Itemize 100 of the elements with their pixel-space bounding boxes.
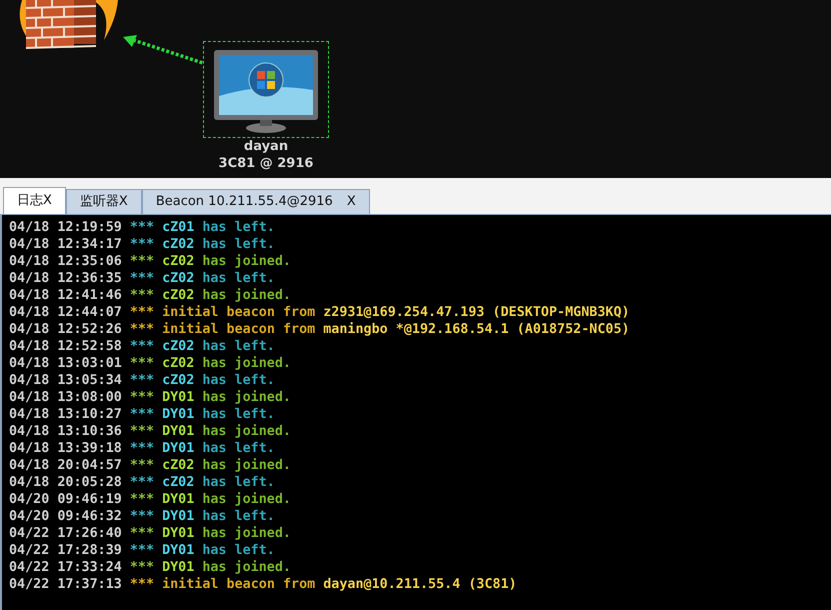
log-time: 04/18 12:52:26 (9, 321, 122, 338)
log-subject: DY01 (162, 423, 194, 440)
log-message: has joined. (202, 253, 291, 270)
log-marker: *** (130, 491, 154, 508)
tab-close-button[interactable]: X (346, 192, 356, 212)
log-marker: *** (130, 287, 154, 304)
log-marker: *** (130, 219, 154, 236)
log-message: has joined. (202, 389, 291, 406)
log-time: 04/18 13:10:27 (9, 406, 122, 423)
log-message: has left. (202, 338, 275, 355)
log-marker: *** (130, 440, 154, 457)
tab-close-button[interactable]: X (118, 192, 128, 212)
tab-label: 监听器 (80, 193, 119, 212)
log-subject: DY01 (162, 491, 194, 508)
log-subject: cZ02 (162, 270, 194, 287)
log-message: has left. (202, 508, 275, 525)
log-subject: cZ02 (162, 355, 194, 372)
log-message: initial beacon from (162, 304, 316, 321)
log-subject: DY01 (162, 508, 194, 525)
log-marker: *** (130, 253, 154, 270)
log-marker: *** (130, 576, 154, 593)
log-message: has joined. (202, 287, 291, 304)
log-marker: *** (130, 559, 154, 576)
log-subject: cZ02 (162, 287, 194, 304)
log-marker: *** (130, 406, 154, 423)
log-message: has joined. (202, 355, 291, 372)
log-subject: DY01 (162, 525, 194, 542)
log-marker: *** (130, 338, 154, 355)
log-subject: DY01 (162, 559, 194, 576)
log-subject: DY01 (162, 389, 194, 406)
log-subject: z2931@169.254.47.193 (DESKTOP-MGNB3KQ) (323, 304, 630, 321)
log-marker: *** (130, 457, 154, 474)
log-time: 04/18 20:05:28 (9, 474, 122, 491)
log-time: 04/18 12:41:46 (9, 287, 122, 304)
log-subject: cZ02 (162, 236, 194, 253)
log-time: 04/22 17:33:24 (9, 559, 122, 576)
log-marker: *** (130, 236, 154, 253)
log-message: has joined. (202, 559, 291, 576)
log-marker: *** (130, 321, 154, 338)
log-message: has left. (202, 440, 275, 457)
log-message: has left. (202, 474, 275, 491)
host-name: dayan (244, 138, 288, 155)
log-subject: dayan@10.211.55.4 (3C81) (323, 576, 517, 593)
tab[interactable]: 监听器X (66, 189, 142, 214)
log-subject: cZ01 (162, 219, 194, 236)
log-time: 04/18 13:03:01 (9, 355, 122, 372)
log-time: 04/18 12:44:07 (9, 304, 122, 321)
computer-node[interactable] (203, 41, 329, 138)
log-subject: cZ02 (162, 457, 194, 474)
log-time: 04/20 09:46:19 (9, 491, 122, 508)
log-marker: *** (130, 355, 154, 372)
log-marker: *** (130, 508, 154, 525)
log-message: has left. (202, 406, 275, 423)
log-time: 04/18 13:39:18 (9, 440, 122, 457)
log-message: has left. (202, 236, 275, 253)
log-time: 04/22 17:28:39 (9, 542, 122, 559)
log-message: has left. (202, 542, 275, 559)
log-marker: *** (130, 542, 154, 559)
log-message: has joined. (202, 491, 291, 508)
log-message: has left. (202, 219, 275, 236)
tab-close-button[interactable]: X (43, 191, 52, 211)
log-subject: cZ02 (162, 253, 194, 270)
log-subject: DY01 (162, 406, 194, 423)
log-marker: *** (130, 474, 154, 491)
log-marker: *** (130, 525, 154, 542)
log-subject: DY01 (162, 440, 194, 457)
tab-label: 日志 (17, 192, 43, 210)
log-message: initial beacon from (162, 321, 316, 338)
log-message: has left. (202, 270, 275, 287)
log-marker: *** (130, 304, 154, 321)
log-time: 04/20 09:46:32 (9, 508, 122, 525)
log-message: has joined. (202, 525, 291, 542)
log-message: has left. (202, 372, 275, 389)
tab-label: Beacon 10.211.55.4@2916 (156, 193, 333, 212)
log-marker: *** (130, 389, 154, 406)
log-time: 04/18 12:35:06 (9, 253, 122, 270)
log-message: has joined. (202, 457, 291, 474)
log-time: 04/18 12:19:59 (9, 219, 122, 236)
log-message: initial beacon from (162, 576, 316, 593)
log-time: 04/18 13:08:00 (9, 389, 122, 406)
log-time: 04/18 20:04:57 (9, 457, 122, 474)
log-time: 04/18 12:52:58 (9, 338, 122, 355)
log-marker: *** (130, 270, 154, 287)
log-message: has joined. (202, 423, 291, 440)
log-marker: *** (130, 372, 154, 389)
log-subject: cZ02 (162, 372, 194, 389)
log-time: 04/22 17:37:13 (9, 576, 122, 593)
log-subject: maningbo *@192.168.54.1 (A018752-NC05) (323, 321, 630, 338)
log-subject: DY01 (162, 542, 194, 559)
log-time: 04/18 12:34:17 (9, 236, 122, 253)
log-time: 04/22 17:26:40 (9, 525, 122, 542)
tab[interactable]: 日志X (3, 187, 66, 214)
log-subject: cZ02 (162, 474, 194, 491)
tab[interactable]: Beacon 10.211.55.4@2916 X (142, 189, 370, 214)
host-detail: 3C81 @ 2916 (218, 155, 314, 172)
log-marker: *** (130, 423, 154, 440)
log-subject: cZ02 (162, 338, 194, 355)
log-time: 04/18 12:36:35 (9, 270, 122, 287)
log-time: 04/18 13:05:34 (9, 372, 122, 389)
log-time: 04/18 13:10:36 (9, 423, 122, 440)
